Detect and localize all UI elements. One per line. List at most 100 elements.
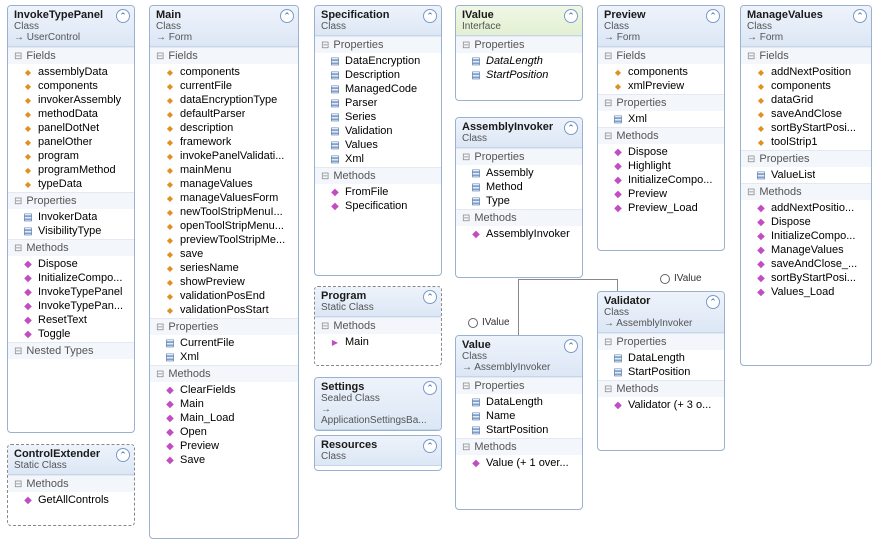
class-panel-spec[interactable]: SpecificationClass⌃PropertiesDataEncrypt… — [314, 5, 442, 276]
member-item[interactable]: StartPosition — [598, 365, 724, 379]
member-item[interactable]: InvokerData — [8, 210, 134, 224]
member-item[interactable]: manageValuesForm — [150, 191, 298, 205]
member-item[interactable]: addNextPositio... — [741, 201, 871, 215]
section-header[interactable]: Methods — [315, 168, 441, 184]
section-header[interactable]: Properties — [315, 37, 441, 53]
member-item[interactable]: Validation — [315, 124, 441, 138]
member-item[interactable]: newToolStripMenuI... — [150, 205, 298, 219]
member-item[interactable]: components — [150, 65, 298, 79]
member-item[interactable]: GetAllControls — [8, 493, 134, 507]
member-item[interactable]: Toggle — [8, 327, 134, 341]
member-item[interactable]: DataLength — [598, 351, 724, 365]
member-item[interactable]: Dispose — [598, 145, 724, 159]
member-item[interactable]: InitializeCompo... — [598, 173, 724, 187]
member-item[interactable]: CurrentFile — [150, 336, 298, 350]
member-item[interactable]: components — [741, 79, 871, 93]
member-item[interactable]: Method — [456, 180, 582, 194]
panel-header[interactable]: ValidatorClassAssemblyInvoker⌃ — [598, 292, 724, 333]
member-item[interactable]: invokerAssembly — [8, 93, 134, 107]
member-item[interactable]: typeData — [8, 177, 134, 191]
section-header[interactable]: Fields — [598, 48, 724, 64]
class-panel-managevalues[interactable]: ManageValuesClassForm⌃FieldsaddNextPosit… — [740, 5, 872, 366]
section-header[interactable]: Properties — [456, 378, 582, 394]
panel-header[interactable]: SpecificationClass⌃ — [315, 6, 441, 36]
member-item[interactable]: Highlight — [598, 159, 724, 173]
member-item[interactable]: Xml — [150, 350, 298, 364]
member-item[interactable]: panelDotNet — [8, 121, 134, 135]
section-header[interactable]: Methods — [741, 184, 871, 200]
member-item[interactable]: VisibilityType — [8, 224, 134, 238]
member-item[interactable]: dataGrid — [741, 93, 871, 107]
panel-header[interactable]: IValueInterface⌃ — [456, 6, 582, 36]
class-panel-validator[interactable]: ValidatorClassAssemblyInvoker⌃Properties… — [597, 291, 725, 451]
section-header[interactable]: Methods — [8, 240, 134, 256]
member-item[interactable]: Series — [315, 110, 441, 124]
section-header[interactable]: Methods — [150, 366, 298, 382]
member-item[interactable]: toolStrip1 — [741, 135, 871, 149]
member-item[interactable]: ManageValues — [741, 243, 871, 257]
member-item[interactable]: ValueList — [741, 168, 871, 182]
panel-header[interactable]: ManageValuesClassForm⌃ — [741, 6, 871, 47]
chevron-collapse-icon[interactable]: ⌃ — [564, 339, 578, 353]
class-panel-preview[interactable]: PreviewClassForm⌃FieldscomponentsxmlPrev… — [597, 5, 725, 251]
section-header[interactable]: Properties — [456, 37, 582, 53]
member-item[interactable]: ClearFields — [150, 383, 298, 397]
panel-header[interactable]: ResourcesClass⌃ — [315, 436, 441, 466]
member-item[interactable]: Description — [315, 68, 441, 82]
member-item[interactable]: Values — [315, 138, 441, 152]
chevron-collapse-icon[interactable]: ⌃ — [853, 9, 867, 23]
chevron-collapse-icon[interactable]: ⌃ — [116, 448, 130, 462]
member-item[interactable]: manageValues — [150, 177, 298, 191]
member-item[interactable]: dataEncryptionType — [150, 93, 298, 107]
member-item[interactable]: Value (+ 1 over... — [456, 456, 582, 470]
member-item[interactable]: DataLength — [456, 54, 582, 68]
chevron-collapse-icon[interactable]: ⌃ — [116, 9, 130, 23]
member-item[interactable]: DataEncryption — [315, 54, 441, 68]
member-item[interactable]: xmlPreview — [598, 79, 724, 93]
member-item[interactable]: Preview_Load — [598, 201, 724, 215]
member-item[interactable]: Main_Load — [150, 411, 298, 425]
class-panel-main[interactable]: MainClassForm⌃FieldscomponentscurrentFil… — [149, 5, 299, 539]
member-item[interactable]: Specification — [315, 199, 441, 213]
member-item[interactable]: program — [8, 149, 134, 163]
member-item[interactable]: seriesName — [150, 261, 298, 275]
member-item[interactable]: StartPosition — [456, 68, 582, 82]
member-item[interactable]: ResetText — [8, 313, 134, 327]
panel-header[interactable]: InvokeTypePanelClassUserControl⌃ — [8, 6, 134, 47]
member-item[interactable]: InitializeCompo... — [8, 271, 134, 285]
member-item[interactable]: Main — [150, 397, 298, 411]
section-header[interactable]: Fields — [150, 48, 298, 64]
member-item[interactable]: validationPosEnd — [150, 289, 298, 303]
panel-header[interactable]: ValueClassAssemblyInvoker⌃ — [456, 336, 582, 377]
panel-header[interactable]: PreviewClassForm⌃ — [598, 6, 724, 47]
chevron-collapse-icon[interactable]: ⌃ — [423, 9, 437, 23]
section-header[interactable]: Properties — [456, 149, 582, 165]
member-item[interactable]: previewToolStripMe... — [150, 233, 298, 247]
member-item[interactable]: InvokeTypePan... — [8, 299, 134, 313]
panel-header[interactable]: ControlExtenderStatic Class⌃ — [8, 445, 134, 475]
section-header[interactable]: Methods — [456, 210, 582, 226]
chevron-collapse-icon[interactable]: ⌃ — [280, 9, 294, 23]
chevron-collapse-icon[interactable]: ⌃ — [564, 9, 578, 23]
section-header[interactable]: Properties — [598, 334, 724, 350]
class-panel-controlextender[interactable]: ControlExtenderStatic Class⌃MethodsGetAl… — [7, 444, 135, 526]
member-item[interactable]: Xml — [315, 152, 441, 166]
section-header[interactable]: Properties — [8, 193, 134, 209]
member-item[interactable]: Preview — [150, 439, 298, 453]
section-header[interactable]: Methods — [598, 128, 724, 144]
member-item[interactable]: FromFile — [315, 185, 441, 199]
member-item[interactable]: mainMenu — [150, 163, 298, 177]
panel-header[interactable]: ProgramStatic Class⌃ — [315, 287, 441, 317]
member-item[interactable]: sortByStartPosi... — [741, 121, 871, 135]
member-item[interactable]: addNextPosition — [741, 65, 871, 79]
member-item[interactable]: framework — [150, 135, 298, 149]
class-panel-ivalue[interactable]: IValueInterface⌃PropertiesDataLengthStar… — [455, 5, 583, 101]
member-item[interactable]: Name — [456, 409, 582, 423]
member-item[interactable]: Assembly — [456, 166, 582, 180]
member-item[interactable]: assemblyData — [8, 65, 134, 79]
member-item[interactable]: description — [150, 121, 298, 135]
class-panel-resources[interactable]: ResourcesClass⌃ — [314, 435, 442, 471]
panel-header[interactable]: MainClassForm⌃ — [150, 6, 298, 47]
section-header[interactable]: Fields — [741, 48, 871, 64]
member-item[interactable]: Save — [150, 453, 298, 467]
